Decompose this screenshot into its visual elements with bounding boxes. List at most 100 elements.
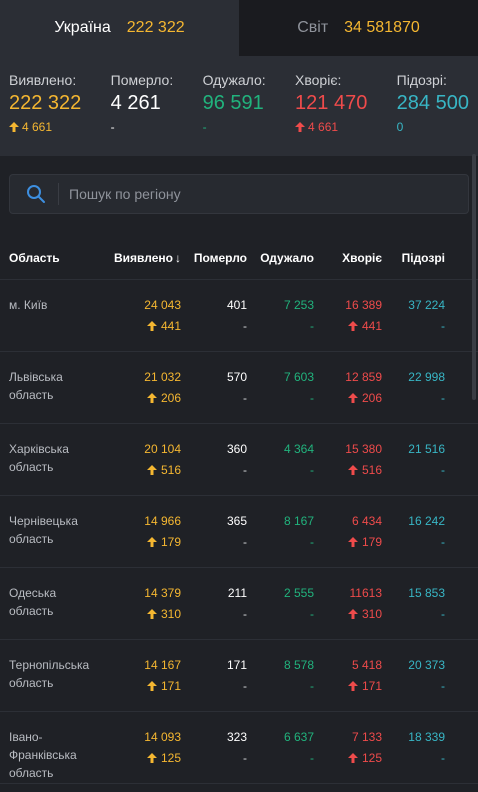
- sick-delta-row: 179: [347, 533, 382, 551]
- stat-suspected-value: 284 500: [396, 92, 469, 114]
- stat-recovered-value: 96 591: [202, 92, 264, 114]
- header-recovered[interactable]: Одужало: [247, 251, 314, 265]
- recovered-value: 8 167: [283, 514, 314, 528]
- sick-delta-row: 310: [347, 605, 382, 623]
- arrow-up-icon: [347, 753, 358, 763]
- region-name: Львівська область: [9, 370, 63, 402]
- recovered-value: 4 364: [283, 442, 314, 456]
- cell-suspected: 18 339 -: [382, 728, 462, 783]
- sick-value: 16 389: [345, 298, 382, 312]
- header-deaths[interactable]: Померло: [181, 251, 247, 265]
- suspected-value: 18 339: [408, 730, 445, 744]
- cell-sick: 16 389 441: [314, 296, 382, 351]
- scope-tabs: Україна 222 322 Світ 34 581870: [0, 0, 478, 56]
- cases-value: 24 043: [144, 298, 181, 312]
- cases-value: 21 032: [144, 370, 181, 384]
- cases-delta-row: 125: [146, 749, 181, 767]
- sick-delta: 516: [361, 463, 382, 477]
- table-row[interactable]: Чернівецька область 14 966 179 365-8 167-6 …: [0, 496, 478, 568]
- suspected-value: 16 242: [408, 514, 445, 528]
- stat-recovered-delta: -: [202, 120, 207, 134]
- region-name: Чернівецька область: [9, 514, 78, 546]
- arrow-up-icon: [146, 537, 157, 547]
- cell-sick: 5 418 171: [314, 656, 382, 711]
- stat-confirmed-delta: 4 661: [22, 120, 53, 134]
- cell-sick: 6 434 179: [314, 512, 382, 567]
- cases-value: 14 966: [144, 514, 181, 528]
- cell-cases: 14 379 310: [100, 584, 181, 639]
- header-sick[interactable]: Хворіє: [314, 251, 382, 265]
- sick-delta: 125: [361, 751, 382, 765]
- cases-value: 14 167: [144, 658, 181, 672]
- table-row[interactable]: Одеська область 14 379 310 211-2 555-11613 3…: [0, 568, 478, 640]
- deaths-value: 570: [226, 370, 247, 384]
- stat-deaths-label: Померло:: [110, 72, 174, 88]
- suspected-value: 22 998: [408, 370, 445, 384]
- cell-suspected: 15 853 -: [382, 584, 462, 639]
- stat-suspected: Підозрі: 284 500 0: [397, 72, 469, 156]
- deaths-value: 401: [226, 298, 247, 312]
- scrollbar[interactable]: [472, 154, 476, 400]
- suspected-value: 37 224: [408, 298, 445, 312]
- arrow-up-icon: [146, 681, 157, 691]
- cases-value: 14 093: [144, 730, 181, 744]
- header-region[interactable]: Область: [0, 251, 100, 265]
- tab-ukraine[interactable]: Україна 222 322: [0, 0, 239, 56]
- suspected-delta: -: [441, 607, 445, 621]
- table-row[interactable]: Харківська область 20 104 516 360-4 364-15 …: [0, 424, 478, 496]
- cell-sick: 11613 310: [314, 584, 382, 639]
- recovered-value: 7 603: [283, 370, 314, 384]
- table-row[interactable]: Тернопільська область 14 167 171 171-8 578-…: [0, 640, 478, 712]
- region-name: Харківська область: [9, 442, 69, 474]
- search-input[interactable]: [69, 186, 429, 202]
- recovered-value: 7 253: [283, 298, 314, 312]
- cell-cases: 14 167 171: [100, 656, 181, 711]
- stat-confirmed-label: Виявлено:: [9, 72, 77, 88]
- cases-delta-row: 310: [146, 605, 181, 623]
- tab-ukraine-label: Україна: [54, 19, 111, 36]
- sick-delta: 206: [361, 391, 382, 405]
- cases-delta-row: 441: [146, 317, 181, 335]
- arrow-up-icon: [9, 122, 19, 132]
- cell-deaths: 211-: [181, 584, 247, 639]
- arrow-up-icon: [295, 122, 306, 132]
- cell-suspected: 21 516 -: [382, 440, 462, 495]
- search-icon[interactable]: [26, 184, 46, 204]
- arrow-up-icon: [146, 465, 157, 475]
- stat-sick: Хворіє: 121 470 4 661: [295, 72, 367, 156]
- cell-deaths: 171-: [181, 656, 247, 711]
- suspected-value: 20 373: [408, 658, 445, 672]
- cell-suspected: 22 998 -: [382, 368, 462, 423]
- header-suspected[interactable]: Підозрі: [382, 251, 462, 265]
- cases-delta-row: 179: [146, 533, 181, 551]
- tab-ukraine-count: 222 322: [126, 19, 185, 36]
- region-name: Івано-Франківська область: [9, 730, 77, 780]
- region-name: Одеська область: [9, 586, 57, 618]
- region-name: м. Київ: [9, 298, 48, 312]
- stat-sick-delta: 4 661: [308, 120, 339, 134]
- sick-value: 5 418: [351, 658, 382, 672]
- stat-confirmed: Виявлено: 222 322 4 661: [9, 72, 81, 156]
- deaths-value: 360: [226, 442, 247, 456]
- suspected-delta: -: [441, 535, 445, 549]
- cell-recovered: 2 555-: [247, 584, 314, 639]
- search-divider: [58, 183, 59, 205]
- cases-value: 14 379: [144, 586, 181, 600]
- tab-world[interactable]: Світ 34 581870: [239, 0, 478, 56]
- table-row[interactable]: Івано-Франківська область 14 093 125 323-6 …: [0, 712, 478, 784]
- stat-confirmed-value: 222 322: [9, 92, 82, 114]
- deaths-value: 323: [226, 730, 247, 744]
- cell-suspected: 37 224 -: [382, 296, 462, 351]
- suspected-value: 21 516: [408, 442, 445, 456]
- header-cases[interactable]: Виявлено ↓: [100, 251, 181, 265]
- suspected-value: 15 853: [408, 586, 445, 600]
- table-row[interactable]: м. Київ 24 043 441 401-7 253-16 389 441 37 22…: [0, 280, 478, 352]
- arrow-up-icon: [146, 393, 157, 403]
- stat-sick-value: 121 470: [295, 92, 368, 114]
- stat-recovered: Одужало: 96 591 -: [203, 72, 266, 156]
- cell-cases: 24 043 441: [100, 296, 181, 351]
- region-table: Область Виявлено ↓ Померло Одужало Хворіє…: [0, 236, 478, 784]
- table-row[interactable]: Львівська область 21 032 206 570-7 603-12 8…: [0, 352, 478, 424]
- arrow-up-icon: [347, 321, 358, 331]
- search-box: [9, 174, 469, 214]
